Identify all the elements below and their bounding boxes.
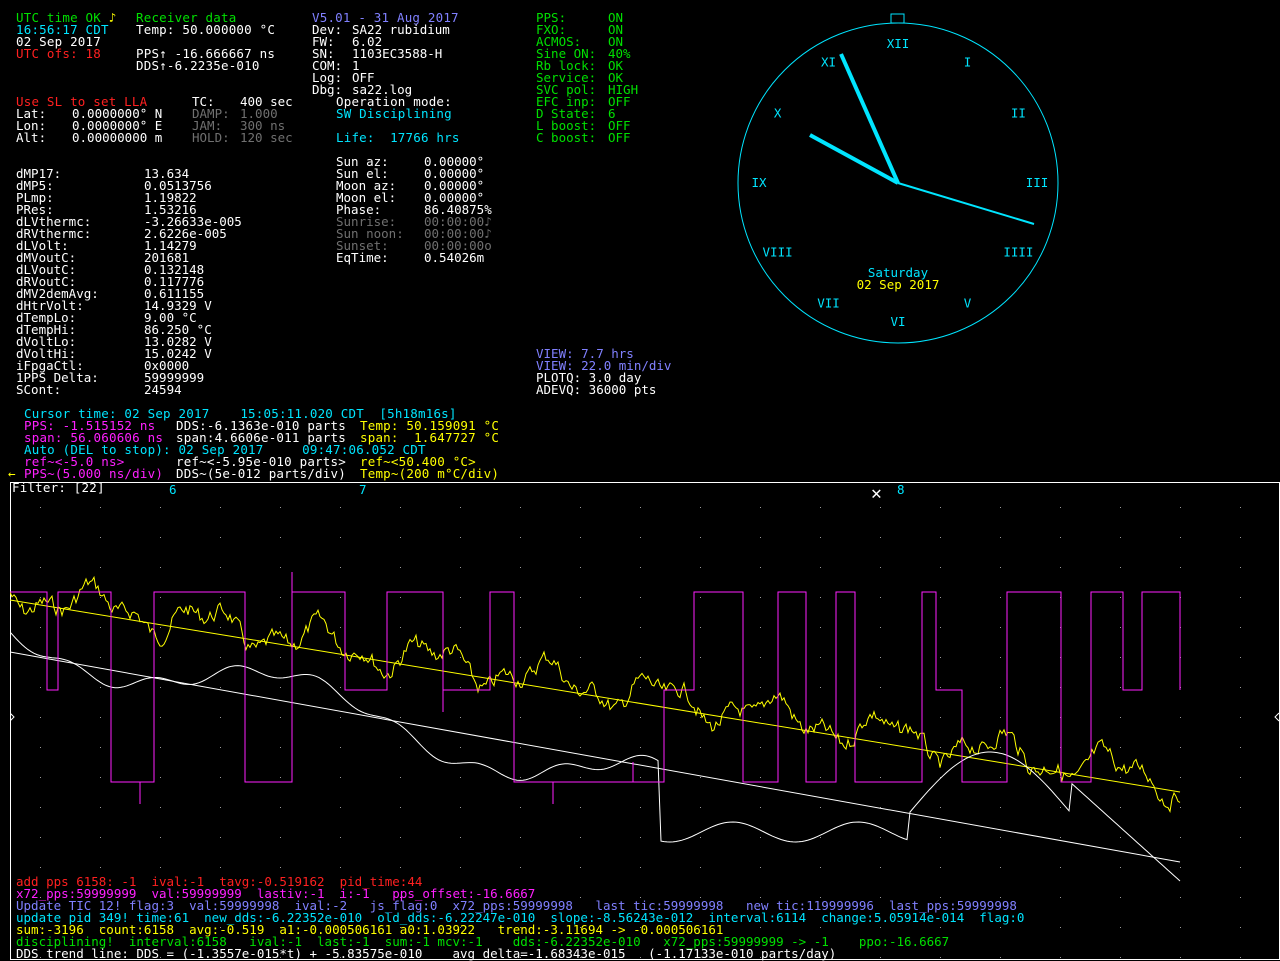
tc-label: HOLD:	[192, 130, 230, 145]
marker-6[interactable]: 6	[169, 483, 177, 496]
note-icon: ♪	[108, 10, 117, 25]
clock-numeral: XII	[887, 36, 910, 51]
astro-row: EqTime: 0.54026m	[336, 250, 492, 265]
temp-scale: Temp~(200 m°C/div)	[360, 466, 500, 481]
utc-offset: UTC ofs: 18	[16, 46, 101, 61]
dds-trend-line	[10, 651, 1181, 863]
view-line: ADEVQ: 36000 pts	[536, 382, 657, 397]
position-value: 0.00000000 m	[72, 130, 163, 145]
clock-numeral: VIII	[763, 245, 793, 260]
hour-hand	[809, 133, 899, 185]
param-row: SCont: 24594	[16, 382, 242, 397]
clock-numeral: III	[1026, 175, 1049, 190]
filter-label: Filter: [22]	[12, 480, 105, 495]
tc-row: HOLD: 120 sec	[192, 130, 293, 145]
position-label: Alt:	[16, 130, 47, 145]
life-hours: Life: 17766 hrs	[336, 130, 460, 145]
astro-value: 0.54026m	[424, 250, 485, 265]
close-icon[interactable]: ✕	[871, 485, 882, 503]
dds-scale: DDS~(5e-012 parts/div)	[176, 466, 346, 481]
flag-label: C boost:	[536, 130, 597, 145]
position-block: Lat: 0.0000000° N Lon: 0.0000000° E Alt: 0.00…	[16, 107, 163, 145]
marker-8[interactable]: 8	[897, 483, 905, 496]
temp-trace	[10, 575, 1181, 813]
params-block: dMP17: 13.634 dMP5: 0.0513756 PLmp: 1.19822 PR…	[16, 167, 242, 397]
position-row: Alt: 0.00000000 m	[16, 130, 163, 145]
marker-7[interactable]: 7	[359, 483, 367, 496]
device-info: Dev: SA22 rubidium FW: 6.02 SN: 1103EC3588-H C…	[312, 23, 450, 96]
temp-trend-line	[10, 599, 1181, 793]
clock-numeral: VII	[817, 295, 840, 310]
tc-params: TC: 400 sec DAMP: 1.000 JAM: 300 ns HOLD: 120 s…	[192, 95, 293, 145]
minute-hand	[839, 53, 900, 184]
temp-readout: Temp: 50.000000 °C	[136, 22, 276, 37]
astro-label: EqTime:	[336, 250, 389, 265]
dds-readout: DDS↑-6.2235e-010	[136, 58, 260, 73]
clock-numeral: XI	[821, 55, 836, 70]
clock-numeral: VI	[890, 314, 905, 329]
clock-numeral: I	[964, 55, 972, 70]
pps-scale: PPS~(5.000 ns/div)	[24, 466, 164, 481]
clock-top-marker	[890, 13, 905, 24]
tc-value: 120 sec	[240, 130, 293, 145]
clock-numeral: IIII	[1003, 245, 1033, 260]
device-value: 1103EC3588-H	[352, 46, 443, 61]
clock-numeral: IX	[751, 175, 767, 190]
sun-moon-block: Sun az: 0.00000° Sun el: 0.00000° Moon az: 0.…	[336, 155, 492, 265]
status-flags: PPS: ON FXO: ON ACMOS: ON Sine ON: 40% Rb lock: O…	[536, 11, 638, 145]
param-label: SCont:	[16, 382, 62, 397]
clock-numeral: II	[1011, 106, 1026, 121]
clock-numeral: X	[774, 106, 782, 121]
scroll-left-arrow[interactable]: ←	[8, 467, 16, 480]
analog-clock: XIIIIIIIIIIIIVVIVIIVIIIIXXXI Saturday 02…	[737, 13, 1059, 344]
param-value: 24594	[144, 382, 182, 397]
clock-date: 02 Sep 2017	[857, 277, 940, 292]
op-mode-value: SW Disciplining	[336, 106, 452, 121]
flag-row: C boost: OFF	[536, 130, 638, 145]
debug-log: add pps 6158: -1 ival:-1 tavg:-0.519162 …	[16, 875, 1024, 961]
second-hand	[897, 182, 1035, 225]
flag-value: OFF	[608, 130, 631, 145]
view-info: VIEW: 7.7 hrs VIEW: 22.0 min/div PLOTQ: 3.…	[536, 347, 671, 397]
clock-numeral: V	[964, 295, 972, 310]
debug-line: DDS trend line: DDS = (-1.3557e-015*t) +…	[16, 946, 837, 961]
